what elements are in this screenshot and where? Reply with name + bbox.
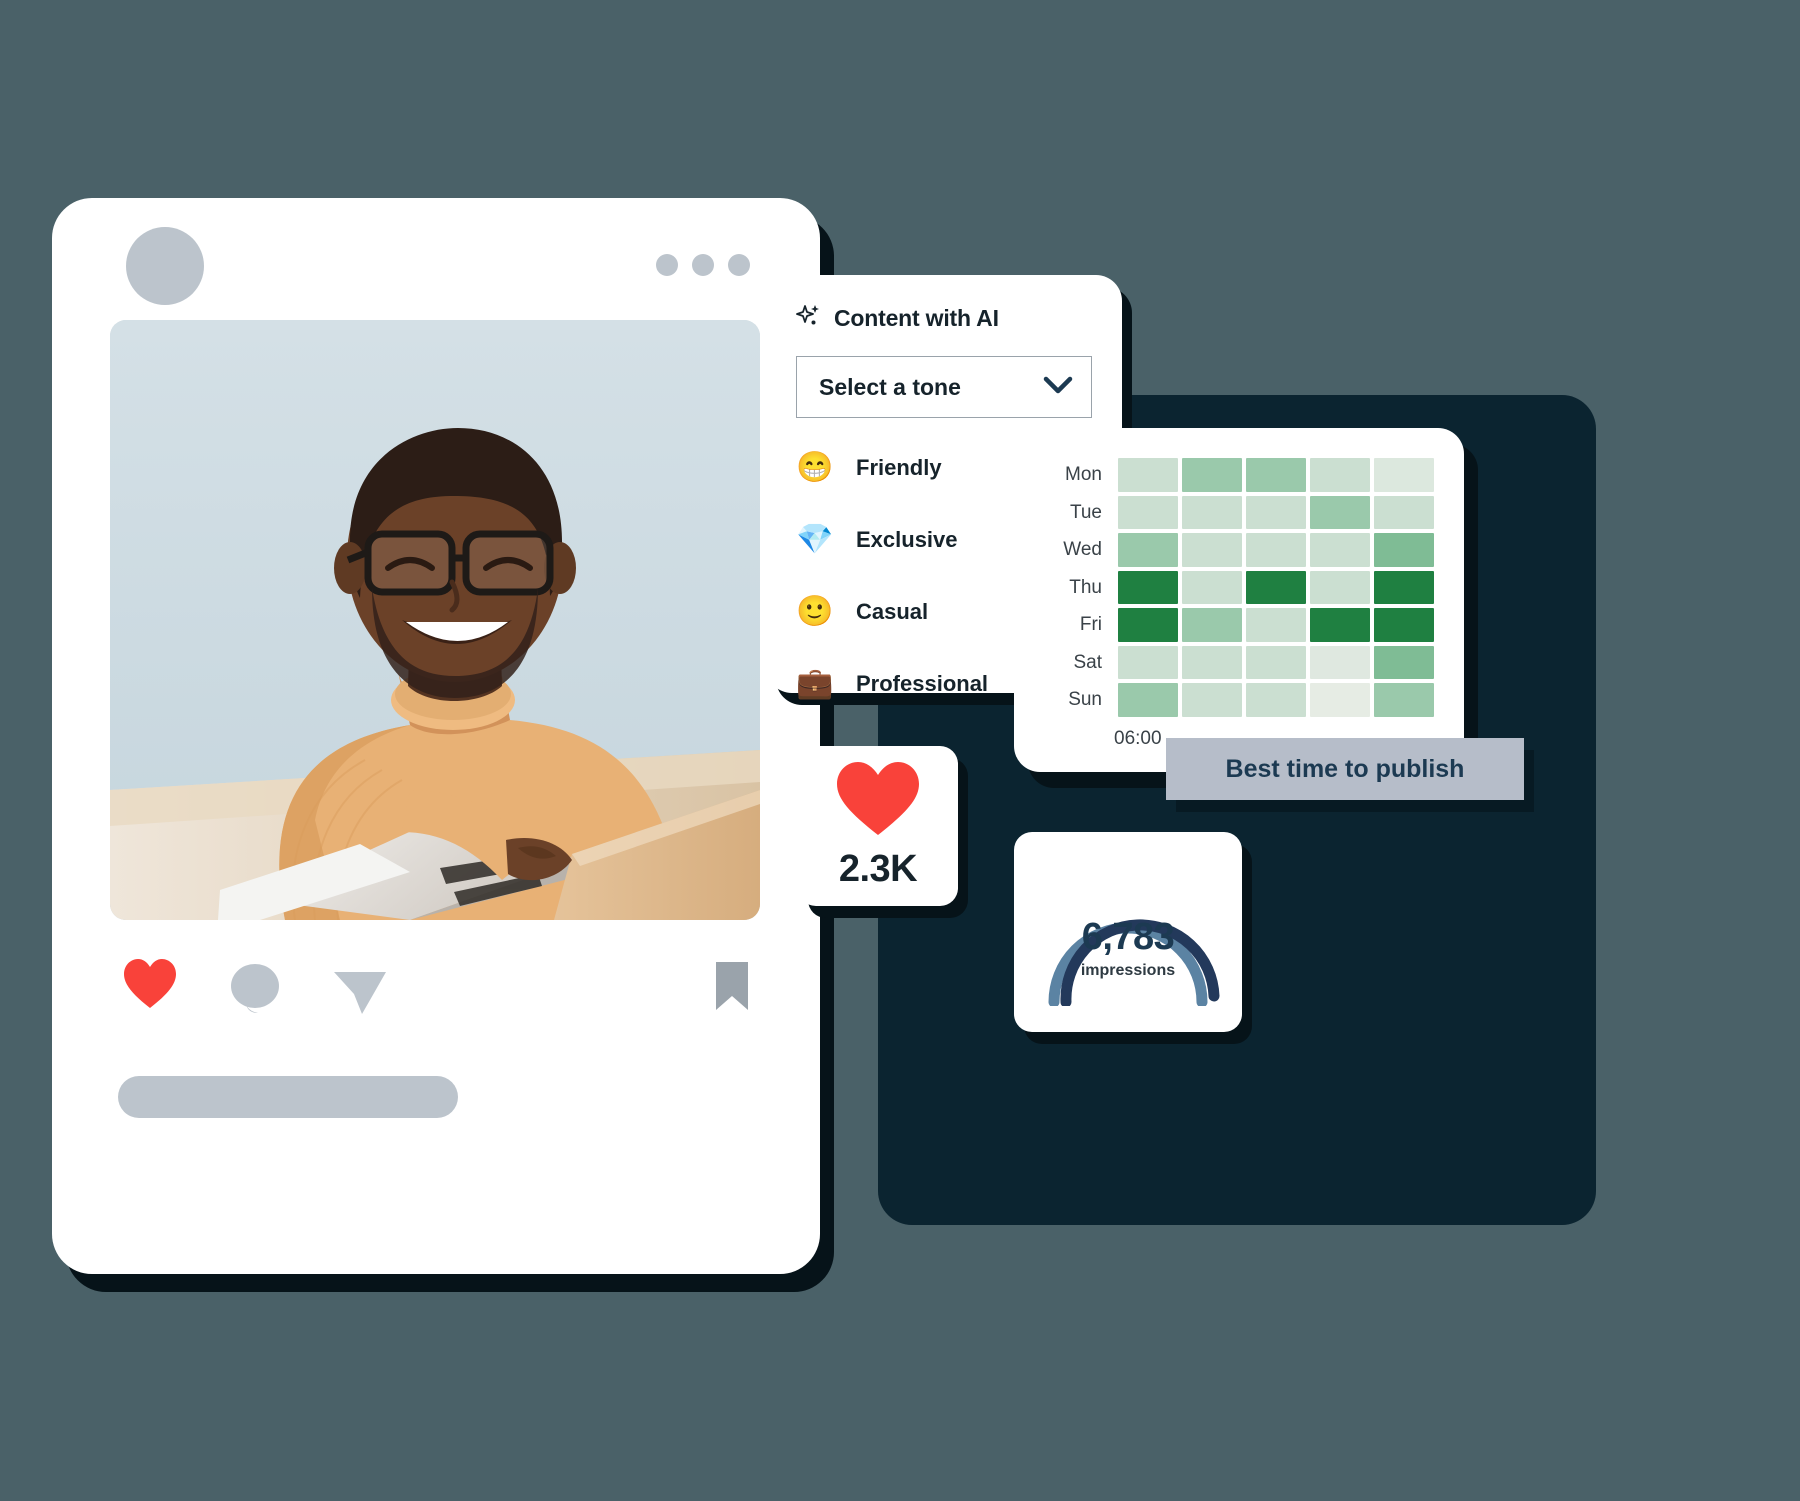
tone-label: Friendly — [856, 455, 942, 480]
heatmap-cell[interactable] — [1182, 495, 1242, 529]
likes-stat-card: 2.3K — [798, 746, 958, 906]
share-icon[interactable] — [332, 970, 388, 1021]
heatmap-cell[interactable] — [1118, 608, 1178, 642]
heatmap-cell[interactable] — [1182, 458, 1242, 492]
heatmap-cell[interactable] — [1374, 495, 1434, 529]
heatmap-cell[interactable] — [1182, 645, 1242, 679]
heatmap-day-label: Fri — [1079, 614, 1102, 635]
heatmap-cells — [1116, 456, 1436, 719]
heatmap-cell[interactable] — [1182, 533, 1242, 567]
heatmap-cell[interactable] — [1246, 495, 1306, 529]
post-header — [52, 198, 820, 306]
heatmap-cell[interactable] — [1246, 645, 1306, 679]
post-action-bar — [110, 958, 760, 1030]
share-glyph — [334, 972, 386, 1014]
heatmap-cell[interactable] — [1118, 533, 1178, 567]
heatmap-cell[interactable] — [1118, 495, 1178, 529]
heatmap-cell[interactable] — [1310, 683, 1370, 717]
heatmap-cell[interactable] — [1246, 570, 1306, 604]
heatmap-cell[interactable] — [1118, 570, 1178, 604]
screenshot-root: Content with AI Select a tone 😁 Friendly… — [0, 0, 1800, 1501]
heatmap-grid-wrapper: Mon Tue Wed Thu Fri Sat Sun — [1050, 456, 1436, 719]
heart-glyph — [837, 762, 919, 835]
tone-label: Exclusive — [856, 527, 958, 552]
chevron-glyph — [1043, 376, 1073, 393]
heatmap-day-label: Thu — [1069, 576, 1102, 598]
heatmap-cell[interactable] — [1374, 458, 1434, 492]
sparkle-icon — [796, 303, 822, 334]
heatmap-day-labels: Mon Tue Wed Thu Fri Sat Sun — [1050, 456, 1116, 719]
heatmap-day-label: Tue — [1069, 501, 1102, 523]
impressions-label: impressions — [1080, 962, 1176, 979]
heatmap-cell[interactable] — [1246, 683, 1306, 717]
caption-placeholder — [118, 1076, 458, 1118]
heatmap-cell[interactable] — [1310, 645, 1370, 679]
heatmap-cell[interactable] — [1310, 608, 1370, 642]
dot-2 — [692, 254, 714, 276]
tone-label: Professional — [856, 671, 989, 696]
sparkle-glyph — [796, 305, 819, 325]
heatmap-cell[interactable] — [1374, 683, 1434, 717]
comment-glyph — [231, 964, 279, 1013]
photo-illustration — [110, 320, 760, 920]
more-options-icon[interactable] — [656, 254, 750, 276]
heatmap-cell[interactable] — [1118, 683, 1178, 717]
bookmark-glyph — [716, 962, 748, 1010]
bookmark-icon[interactable] — [712, 960, 752, 1017]
post-photo — [110, 320, 760, 920]
heatmap-day-label: Sat — [1073, 651, 1102, 673]
heatmap-cell[interactable] — [1310, 495, 1370, 529]
heatmap-cell[interactable] — [1310, 458, 1370, 492]
tone-label: Casual — [856, 599, 929, 624]
heatmap-cell[interactable] — [1246, 533, 1306, 567]
heatmap-time-label: 06:00 — [1114, 728, 1162, 749]
impressions-count: 6,783 — [1081, 916, 1175, 958]
heatmap-cell[interactable] — [1310, 570, 1370, 604]
gem-icon: 💎 — [796, 523, 834, 556]
heatmap-cell[interactable] — [1374, 608, 1434, 642]
dot-3 — [728, 254, 750, 276]
ai-card-title: Content with AI — [834, 305, 999, 331]
heatmap-cell[interactable] — [1310, 533, 1370, 567]
heart-icon[interactable] — [122, 958, 178, 1015]
heatmap-cell[interactable] — [1118, 645, 1178, 679]
ai-card-header: Content with AI — [796, 303, 1092, 334]
heatmap-day-label: Wed — [1063, 539, 1102, 560]
comment-icon[interactable] — [230, 964, 282, 1019]
heart-icon — [835, 761, 921, 842]
grinning-face-icon: 😁 — [796, 451, 834, 484]
dot-1 — [656, 254, 678, 276]
avatar — [126, 227, 204, 305]
tooltip-text: Best time to publish — [1225, 754, 1465, 783]
heart-glyph — [124, 959, 176, 1008]
heatmap-day-label: Mon — [1065, 464, 1102, 485]
heatmap-cell[interactable] — [1374, 645, 1434, 679]
heatmap-cell[interactable] — [1374, 570, 1434, 604]
briefcase-icon: 💼 — [796, 667, 834, 700]
heatmap-cell[interactable] — [1182, 608, 1242, 642]
likes-count: 2.3K — [838, 848, 918, 890]
chevron-down-icon — [1043, 375, 1073, 400]
heatmap-cell[interactable] — [1374, 533, 1434, 567]
tone-select[interactable]: Select a tone — [796, 356, 1092, 418]
heatmap-cell[interactable] — [1182, 683, 1242, 717]
heatmap-cell[interactable] — [1182, 570, 1242, 604]
slight-smile-icon: 🙂 — [796, 595, 834, 628]
heatmap-cell[interactable] — [1118, 458, 1178, 492]
impressions-stat-card: 6,783 impressions — [1014, 832, 1242, 1032]
heatmap-cell[interactable] — [1246, 608, 1306, 642]
best-time-tooltip: Best time to publish — [1166, 738, 1524, 800]
best-time-heatmap-card: Mon Tue Wed Thu Fri Sat Sun 06:00 — [1014, 428, 1464, 772]
heatmap-day-label: Sun — [1068, 689, 1102, 710]
tone-select-label: Select a tone — [819, 373, 961, 400]
social-post-card — [52, 198, 820, 1274]
heatmap-cell[interactable] — [1246, 458, 1306, 492]
